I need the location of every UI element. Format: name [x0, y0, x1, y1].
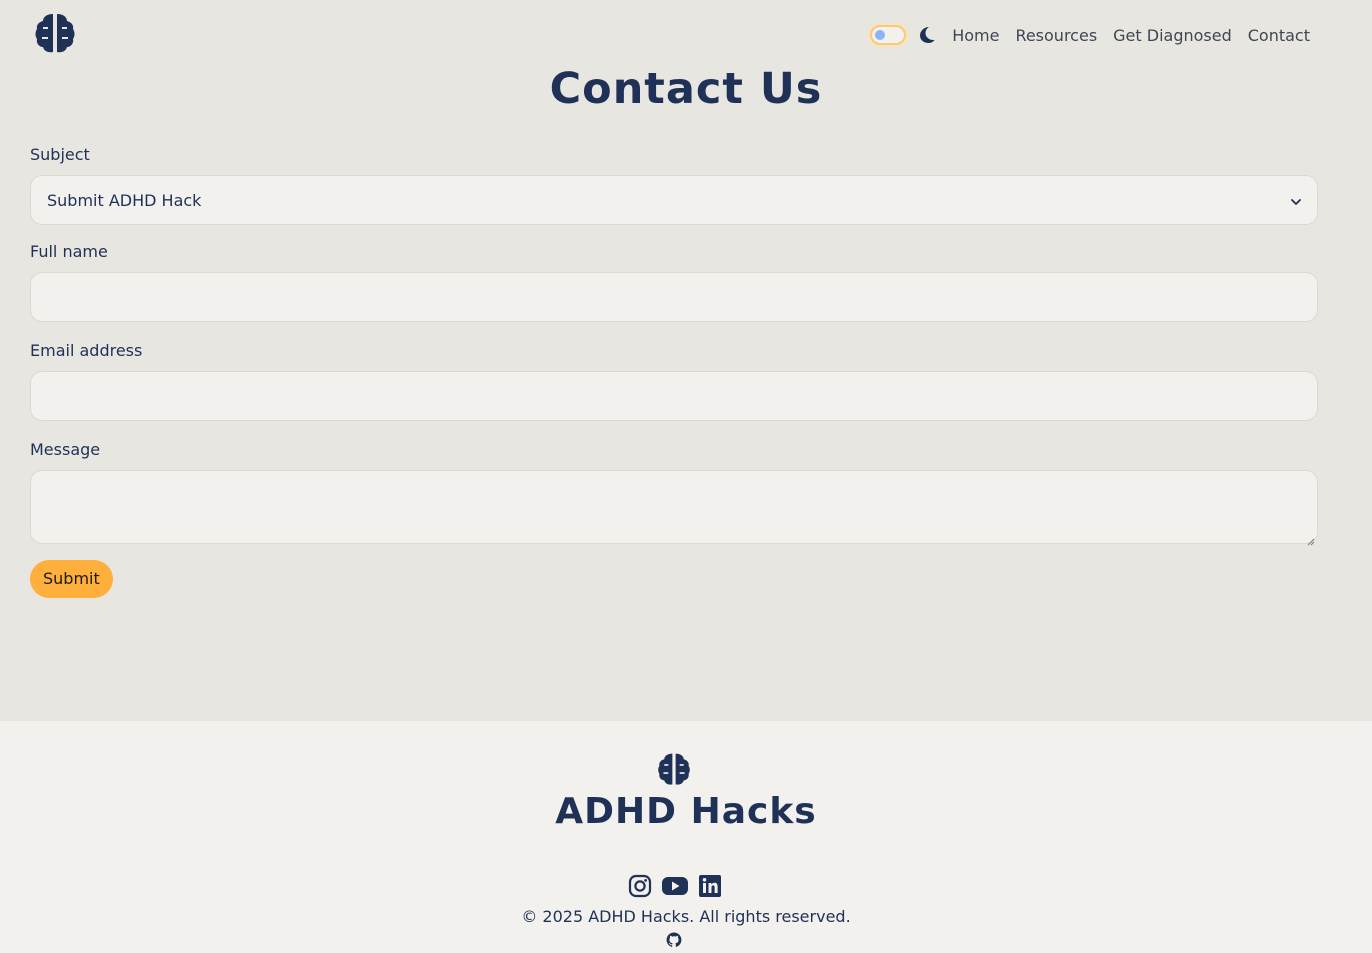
- email-label: Email address: [30, 341, 143, 360]
- moon-icon[interactable]: [918, 26, 936, 44]
- main-nav: Home Resources Get Diagnosed Contact: [870, 22, 1310, 48]
- linkedin-icon[interactable]: [698, 874, 722, 898]
- full-name-label: Full name: [30, 242, 108, 261]
- message-label: Message: [30, 440, 101, 459]
- chevron-down-icon: [1289, 194, 1303, 208]
- message-group: Message: [30, 437, 1318, 546]
- resize-grip-icon[interactable]: [1305, 531, 1315, 546]
- footer-brand: ADHD Hacks: [555, 791, 817, 832]
- brain-icon[interactable]: [34, 12, 76, 54]
- nav-get-diagnosed[interactable]: Get Diagnosed: [1113, 26, 1232, 45]
- instagram-icon[interactable]: [628, 874, 652, 898]
- theme-toggle[interactable]: [870, 25, 907, 45]
- page-title: Contact Us: [549, 64, 823, 114]
- site-header: Home Resources Get Diagnosed Contact: [0, 0, 1372, 70]
- full-name-field[interactable]: [30, 272, 1318, 322]
- github-icon[interactable]: [666, 932, 682, 948]
- email-field[interactable]: [30, 371, 1318, 421]
- toggle-knob: [875, 30, 886, 40]
- contact-form: Subject Submit ADHD Hack Full name Email…: [30, 142, 1318, 598]
- message-field[interactable]: [30, 470, 1318, 546]
- email-group: Email address: [30, 338, 1318, 421]
- subject-label: Subject: [30, 145, 90, 164]
- subject-value: Submit ADHD Hack: [47, 190, 202, 210]
- nav-resources[interactable]: Resources: [1015, 26, 1097, 45]
- social-links: [628, 873, 722, 899]
- nav-home[interactable]: Home: [952, 26, 999, 45]
- youtube-icon[interactable]: [661, 874, 689, 898]
- subject-group: Subject Submit ADHD Hack: [30, 142, 1318, 225]
- full-name-group: Full name: [30, 239, 1318, 322]
- submit-button[interactable]: Submit: [30, 560, 113, 598]
- site-footer: ADHD Hacks © 2025 ADHD Hacks. All rights…: [0, 721, 1372, 953]
- copyright-text: © 2025 ADHD Hacks. All rights reserved.: [521, 907, 851, 926]
- subject-select[interactable]: Submit ADHD Hack: [30, 175, 1318, 225]
- brain-icon: [657, 752, 691, 786]
- nav-contact[interactable]: Contact: [1248, 26, 1310, 45]
